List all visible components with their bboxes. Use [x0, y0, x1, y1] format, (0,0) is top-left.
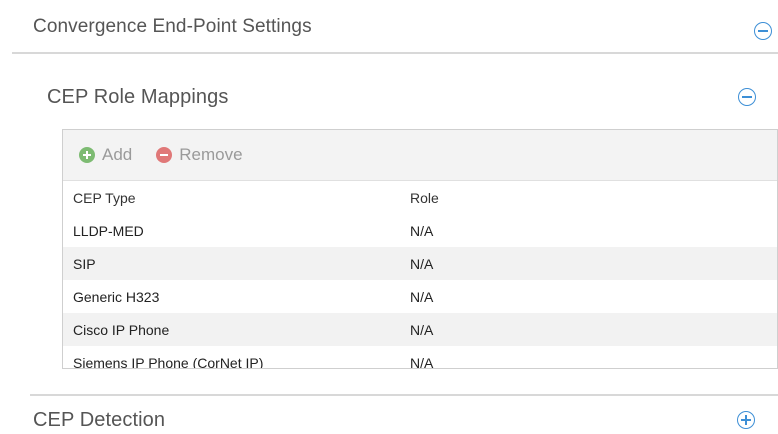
- table-row[interactable]: Generic H323 N/A: [63, 280, 777, 313]
- column-header-role[interactable]: Role: [410, 190, 777, 206]
- collapse-minus-icon[interactable]: [754, 22, 772, 40]
- cell-cep-type: LLDP-MED: [73, 222, 144, 239]
- remove-label: Remove: [179, 145, 243, 164]
- table-row[interactable]: LLDP-MED N/A: [63, 214, 777, 247]
- remove-circle-icon: [156, 147, 173, 163]
- grid-header-row: CEP Type Role: [63, 181, 777, 214]
- cell-role: N/A: [410, 288, 434, 305]
- section-convergence-header[interactable]: Convergence End-Point Settings: [0, 8, 778, 46]
- cell-cep-type: SIP: [73, 255, 96, 272]
- table-row[interactable]: Siemens IP Phone (CorNet IP) N/A: [63, 346, 777, 369]
- cell-cep-type: Cisco IP Phone: [73, 321, 170, 338]
- cep-role-mappings-grid: Add Remove CEP Type Role LLDP-MED N/A SI…: [62, 129, 778, 369]
- cell-role: N/A: [410, 222, 434, 239]
- divider: [12, 52, 778, 54]
- cell-role: N/A: [410, 255, 434, 272]
- cell-cep-type: Siemens IP Phone (CorNet IP): [73, 354, 264, 369]
- section-detection-header[interactable]: CEP Detection: [0, 404, 778, 434]
- section-convergence-title: Convergence End-Point Settings: [33, 16, 312, 37]
- remove-button[interactable]: Remove: [156, 145, 243, 165]
- add-circle-icon: [79, 147, 95, 163]
- add-button[interactable]: Add: [79, 145, 132, 165]
- cell-role: N/A: [410, 321, 434, 338]
- collapse-minus-icon[interactable]: [738, 88, 756, 106]
- section-role-mappings-title: CEP Role Mappings: [47, 85, 229, 108]
- column-header-cep-type[interactable]: CEP Type: [63, 190, 410, 206]
- cell-cep-type: Generic H323: [73, 288, 160, 305]
- table-row[interactable]: Cisco IP Phone N/A: [63, 313, 777, 346]
- divider: [30, 394, 778, 396]
- expand-plus-icon[interactable]: [737, 411, 755, 429]
- cell-role: N/A: [410, 354, 434, 369]
- add-label: Add: [102, 145, 133, 164]
- table-row[interactable]: SIP N/A: [63, 247, 777, 280]
- grid-toolbar: Add Remove: [63, 130, 777, 181]
- section-detection-title: CEP Detection: [33, 409, 166, 431]
- section-role-mappings-header[interactable]: CEP Role Mappings: [0, 78, 778, 116]
